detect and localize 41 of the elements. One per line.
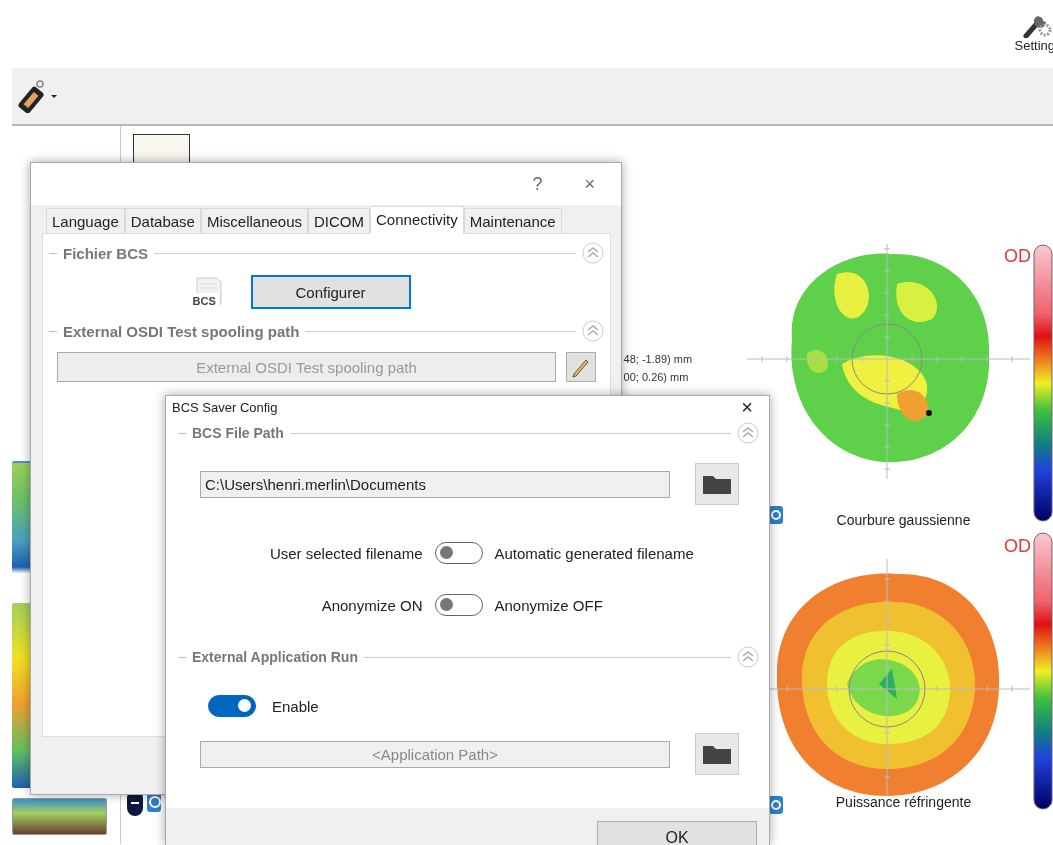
tab[interactable]: Maintenance (463, 208, 562, 233)
measurement-text: 00; 0.26) mm (623, 370, 690, 385)
help-button[interactable]: ? (528, 173, 547, 195)
browse-button[interactable] (695, 463, 739, 505)
section-title: Fichier BCS (63, 244, 149, 262)
option-label: Anonymize OFF (494, 596, 604, 614)
option-label: User selected filename (268, 544, 423, 562)
section-title: External OSDI Test spooling path (63, 322, 300, 340)
path-field[interactable]: C:\Users\henri.merlin\Documents (200, 470, 670, 498)
toggle-switch[interactable] (208, 695, 256, 717)
tab[interactable]: Miscellaneous (200, 208, 308, 233)
toggle-switch[interactable] (434, 542, 483, 564)
path-field[interactable]: External OSDI Test spooling path (57, 352, 556, 382)
toggle-switch[interactable] (434, 594, 483, 616)
edit-button[interactable] (566, 352, 596, 382)
measurement-text: 48; -1.89) mm (623, 352, 693, 367)
tab[interactable]: Database (124, 208, 201, 233)
option-label: Automatic generated filename (494, 544, 695, 562)
eye-label: OD (1004, 246, 1031, 267)
map-thumbnail[interactable] (12, 798, 107, 835)
section-title: BCS File Path (192, 425, 284, 441)
path-field[interactable]: <Application Path> (200, 740, 670, 768)
folder-icon (702, 473, 732, 495)
eye-label: OD (1004, 536, 1031, 557)
tab[interactable]: Connectivity (370, 206, 464, 234)
icon-label: BCS (192, 295, 216, 307)
map-caption: Courbure gaussienne (836, 512, 971, 528)
folder-icon (702, 743, 732, 765)
close-button[interactable]: × (737, 396, 757, 419)
option-label: Enable (272, 697, 319, 715)
map-caption: Puissance réfringente (835, 794, 972, 810)
section-title: External Application Run (192, 649, 358, 665)
caret-icon[interactable] (51, 94, 57, 98)
close-button[interactable]: × (580, 173, 599, 195)
tab[interactable]: DICOM (308, 208, 370, 233)
configure-button[interactable]: Configurer (250, 275, 411, 309)
ok-button[interactable]: OK (597, 821, 757, 845)
browse-button[interactable] (695, 733, 739, 775)
dialog-title: BCS Saver Config (172, 400, 278, 415)
tab[interactable]: Language (46, 208, 125, 233)
option-label: Anonymize ON (320, 596, 423, 614)
